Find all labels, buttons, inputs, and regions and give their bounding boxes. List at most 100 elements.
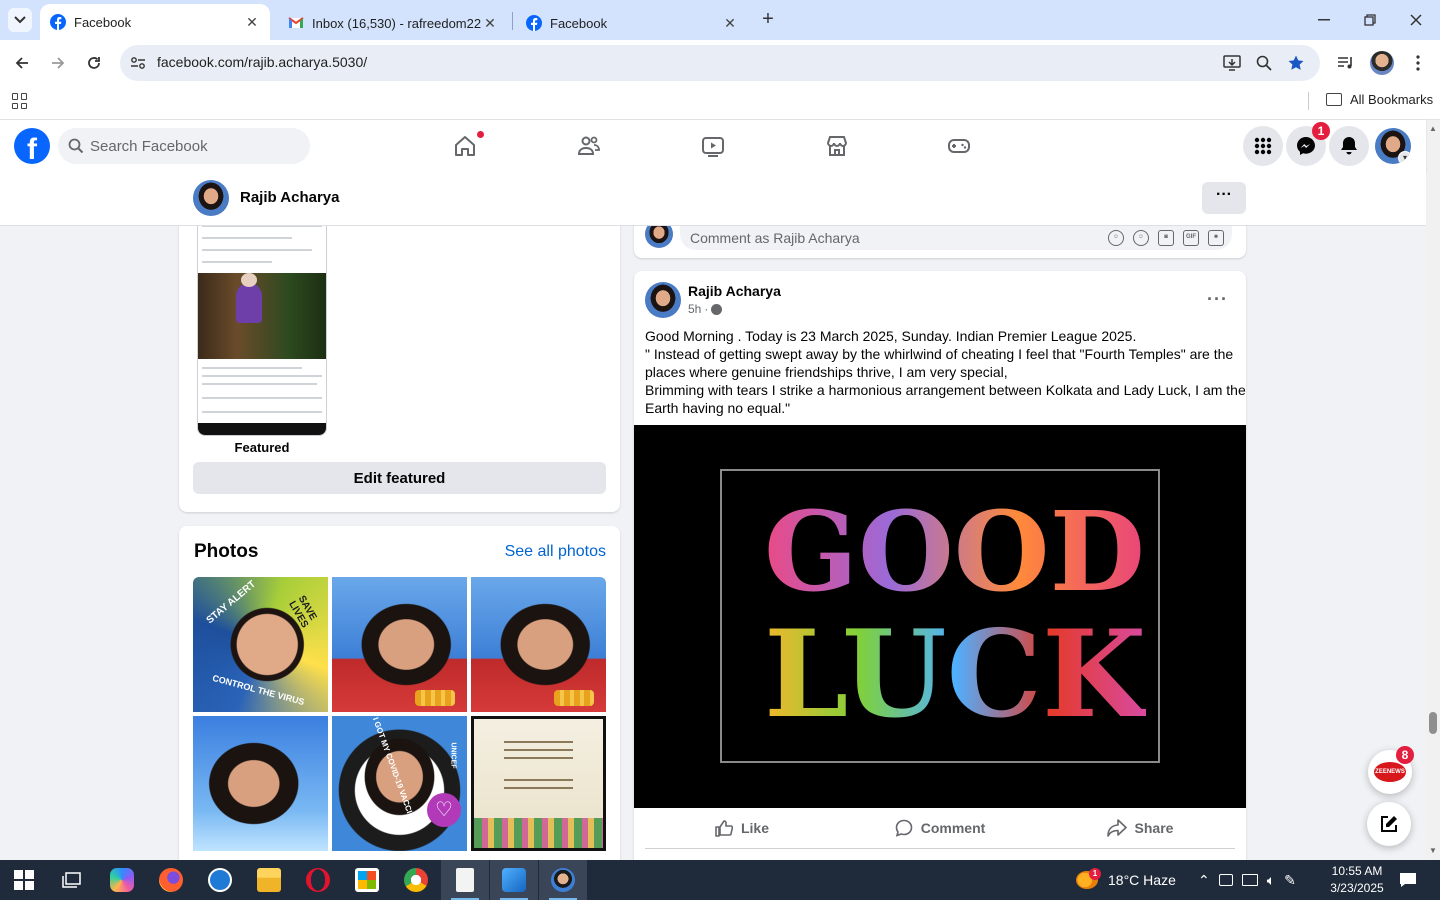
comment-label: Comment bbox=[920, 820, 986, 836]
photo-thumbnail[interactable]: STAY ALERT SAVE LIVES CONTROL THE VIRUS bbox=[193, 577, 328, 712]
post-author-avatar[interactable] bbox=[645, 282, 681, 318]
tab-facebook-2[interactable]: Facebook ✕ bbox=[516, 6, 748, 40]
chevron-up-icon[interactable]: ⌃ bbox=[1198, 872, 1210, 889]
gmail-favicon-icon bbox=[288, 17, 304, 28]
system-clock[interactable]: 10:55 AM 3/23/2025 bbox=[1322, 863, 1392, 897]
media-controls-icon[interactable] bbox=[1333, 50, 1359, 76]
comment-input[interactable] bbox=[690, 226, 1090, 250]
close-tab-icon[interactable]: ✕ bbox=[244, 14, 260, 31]
apps-grid-icon[interactable] bbox=[12, 93, 28, 109]
comment-box[interactable]: ☺ ☺ ◙ GIF ☻ bbox=[680, 226, 1232, 250]
new-tab-button[interactable]: + bbox=[756, 8, 780, 32]
close-tab-icon[interactable]: ✕ bbox=[722, 15, 738, 32]
back-button[interactable] bbox=[10, 51, 34, 75]
scroll-up-icon[interactable]: ▲ bbox=[1429, 124, 1437, 133]
more-options-button[interactable]: ··· bbox=[1202, 182, 1246, 214]
nav-marketplace[interactable] bbox=[782, 120, 892, 172]
minimize-button[interactable] bbox=[1312, 8, 1336, 32]
profile-avatar-button[interactable] bbox=[1369, 50, 1395, 76]
menu-button[interactable] bbox=[1243, 126, 1283, 166]
nav-friends[interactable] bbox=[534, 120, 644, 172]
zoom-icon[interactable] bbox=[1254, 53, 1274, 73]
tab-search-button[interactable] bbox=[8, 8, 32, 32]
scroll-down-icon[interactable]: ▼ bbox=[1429, 846, 1437, 855]
site-settings-icon[interactable] bbox=[128, 53, 148, 73]
url-text[interactable]: facebook.com/rajib.acharya.5030/ bbox=[157, 54, 367, 70]
chrome-menu-button[interactable] bbox=[1405, 50, 1431, 76]
facebook-logo-icon[interactable]: f bbox=[14, 128, 50, 164]
action-center-button[interactable] bbox=[1392, 860, 1424, 900]
taskbar-app-browser[interactable] bbox=[539, 860, 587, 900]
photo-thumbnail[interactable] bbox=[332, 577, 467, 712]
search-input[interactable] bbox=[90, 128, 300, 164]
nav-gaming[interactable] bbox=[904, 120, 1014, 172]
messenger-button[interactable]: 1 bbox=[1286, 122, 1330, 166]
camera-icon[interactable]: ◙ bbox=[1158, 230, 1174, 246]
comment-button[interactable]: Comment bbox=[838, 808, 1042, 848]
reload-icon bbox=[88, 57, 100, 69]
browser-tab-strip: Facebook ✕ Inbox (16,530) - rafreedom22@… bbox=[0, 0, 1440, 40]
photo-thumbnail[interactable] bbox=[193, 716, 328, 851]
maximize-button[interactable] bbox=[1358, 8, 1382, 32]
photo-thumbnail[interactable] bbox=[471, 716, 606, 851]
reload-button[interactable] bbox=[82, 51, 106, 75]
forward-button[interactable] bbox=[46, 51, 70, 75]
post-author-name[interactable]: Rajib Acharya bbox=[688, 283, 781, 299]
post-image[interactable]: GOOD LUCK bbox=[634, 425, 1246, 808]
close-window-button[interactable] bbox=[1404, 8, 1428, 32]
tab-facebook-active[interactable]: Facebook ✕ bbox=[40, 4, 270, 40]
facebook-search[interactable] bbox=[58, 128, 310, 164]
taskbar-app-chrome[interactable] bbox=[392, 860, 440, 900]
avatar-sticker-icon[interactable]: ☺ bbox=[1108, 230, 1124, 246]
account-avatar-button[interactable]: ▾ bbox=[1375, 128, 1411, 164]
profile-name[interactable]: Rajib Acharya bbox=[240, 189, 340, 206]
volume-icon[interactable]: 🔈︎ bbox=[1267, 872, 1275, 889]
install-app-icon[interactable] bbox=[1222, 53, 1242, 73]
like-button[interactable]: Like bbox=[640, 808, 844, 848]
weather-widget[interactable]: 18°C Haze bbox=[1076, 860, 1176, 900]
notifications-button[interactable] bbox=[1329, 126, 1369, 166]
weather-badge: 1 bbox=[1089, 868, 1101, 880]
close-tab-icon[interactable]: ✕ bbox=[482, 15, 498, 32]
taskbar-app-store[interactable] bbox=[343, 860, 391, 900]
photo-thumbnail[interactable]: I GOT MY COVID-19 VACCINE UNICEF ♡ bbox=[332, 716, 467, 851]
nav-watch[interactable] bbox=[658, 120, 768, 172]
all-bookmarks-button[interactable]: All Bookmarks bbox=[1326, 92, 1433, 107]
emoji-icon[interactable]: ☺ bbox=[1133, 230, 1149, 246]
photos-icon bbox=[502, 868, 526, 892]
photo-thumbnail[interactable] bbox=[471, 577, 606, 712]
meet-now-icon[interactable] bbox=[1218, 874, 1233, 886]
tab-gmail[interactable]: Inbox (16,530) - rafreedom22@ ✕ bbox=[278, 6, 508, 40]
network-icon[interactable] bbox=[1241, 874, 1258, 886]
taskbar-app-photos[interactable] bbox=[490, 860, 538, 900]
pen-icon[interactable]: ✎ bbox=[1284, 872, 1296, 889]
taskbar-app-mail[interactable] bbox=[196, 860, 244, 900]
taskbar-app-opera[interactable] bbox=[294, 860, 342, 900]
gif-icon[interactable]: GIF bbox=[1183, 230, 1199, 246]
tab-title: Facebook bbox=[550, 15, 608, 31]
taskbar-app-firefox[interactable] bbox=[147, 860, 195, 900]
kebab-menu-icon bbox=[1416, 55, 1420, 71]
start-button[interactable] bbox=[0, 860, 48, 900]
bookmark-star-icon[interactable] bbox=[1286, 53, 1306, 73]
sticker-icon[interactable]: ☻ bbox=[1208, 230, 1224, 246]
nav-home[interactable] bbox=[410, 120, 520, 172]
featured-story-thumbnail[interactable] bbox=[197, 226, 327, 436]
tab-title: Facebook bbox=[74, 14, 132, 30]
edit-featured-button[interactable]: Edit featured bbox=[193, 462, 606, 494]
taskbar-app-notepad[interactable] bbox=[441, 860, 489, 900]
taskbar-app-copilot[interactable] bbox=[98, 860, 146, 900]
new-message-button[interactable] bbox=[1367, 802, 1411, 846]
news-notification-bubble[interactable]: ZEENEWS 8 bbox=[1368, 746, 1414, 794]
task-view-button[interactable] bbox=[48, 860, 96, 900]
post-more-button[interactable]: ··· bbox=[1207, 289, 1228, 310]
taskbar-app-explorer[interactable] bbox=[245, 860, 293, 900]
share-button[interactable]: Share bbox=[1038, 808, 1242, 848]
scroll-thumb[interactable] bbox=[1429, 712, 1437, 734]
page-scrollbar[interactable]: ▲ ▼ bbox=[1426, 120, 1440, 860]
see-all-photos-link[interactable]: See all photos bbox=[505, 543, 606, 561]
profile-avatar[interactable] bbox=[193, 180, 229, 216]
address-bar[interactable]: facebook.com/rajib.acharya.5030/ bbox=[120, 45, 1320, 81]
post-timestamp[interactable]: 5h · bbox=[688, 302, 723, 316]
arrow-right-icon bbox=[52, 57, 65, 69]
